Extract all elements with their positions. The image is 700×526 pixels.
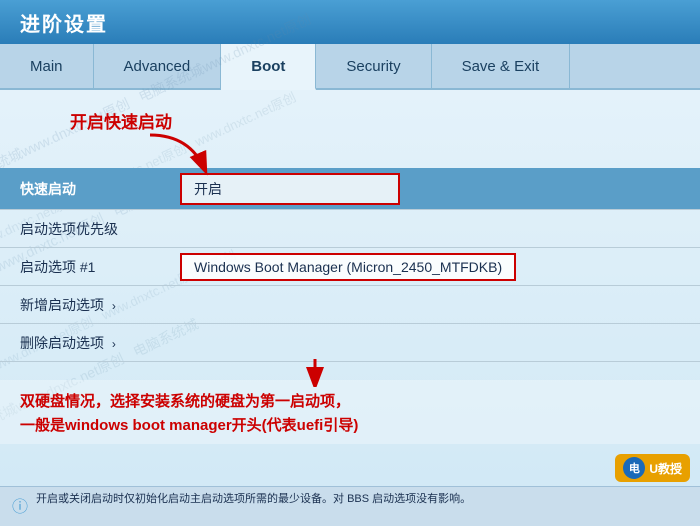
arrow-icon — [140, 130, 220, 180]
settings-list: 快速启动 开启 启动选项优先级 启动选项 #1 Windows Boot Man… — [0, 168, 700, 362]
tab-bar: Main Advanced Boot Security Save & Exit — [0, 44, 700, 90]
bottom-annotation: 双硬盘情况，选择安装系统的硬盘为第一启动项， 一般是windows boot m… — [0, 380, 700, 444]
tab-main[interactable]: Main — [0, 44, 94, 88]
tab-advanced[interactable]: Advanced — [94, 44, 222, 88]
boot-priority-label: 启动选项优先级 — [20, 219, 180, 239]
tab-save-exit[interactable]: Save & Exit — [432, 44, 571, 88]
add-boot-label: 新增启动选项 › — [20, 295, 180, 315]
delete-boot-label: 删除启动选项 › — [20, 333, 180, 353]
tab-boot[interactable]: Boot — [221, 44, 316, 90]
logo-icon: 电 — [623, 457, 645, 479]
content-area: 开启快速启动 快速启动 开启 启动选项优先级 — [0, 90, 700, 444]
add-boot-chevron: › — [112, 299, 116, 313]
logo-text: U教授 — [649, 460, 682, 477]
status-text: 开启或关闭启动时仅初始化启动主启动选项所需的最少设备。对 BBS 启动选项没有影… — [36, 491, 471, 508]
boot-option1-label: 启动选项 #1 — [20, 257, 180, 277]
setting-row-boot-option1[interactable]: 启动选项 #1 Windows Boot Manager (Micron_245… — [0, 248, 700, 286]
boot-option1-value[interactable]: Windows Boot Manager (Micron_2450_MTFDKB… — [180, 253, 516, 281]
bios-window: 电脑系统城www.dnxtc.net原创 电脑系统城www.dnxtc.net原… — [0, 0, 700, 526]
setting-row-fast-boot[interactable]: 快速启动 开启 — [0, 168, 700, 210]
tab-security[interactable]: Security — [316, 44, 431, 88]
info-icon: ⓘ — [12, 493, 28, 517]
status-bar: ⓘ 开启或关闭启动时仅初始化启动主启动选项所需的最少设备。对 BBS 启动选项没… — [0, 486, 700, 526]
logo-badge: 电 U教授 — [615, 454, 690, 482]
arrow2-icon — [290, 357, 340, 387]
window-title: 进阶设置 — [20, 8, 108, 37]
delete-boot-chevron: › — [112, 337, 116, 351]
setting-row-add-boot[interactable]: 新增启动选项 › — [0, 286, 700, 324]
fast-boot-label: 快速启动 — [20, 179, 180, 199]
setting-row-delete-boot[interactable]: 删除启动选项 › — [0, 324, 700, 362]
annotation-bottom-line2: 一般是windows boot manager开头(代表uefi引导) — [20, 414, 680, 438]
title-bar: 进阶设置 — [0, 0, 700, 44]
setting-row-boot-priority[interactable]: 启动选项优先级 — [0, 210, 700, 248]
annotation-bottom-line1: 双硬盘情况，选择安装系统的硬盘为第一启动项， — [20, 390, 680, 414]
